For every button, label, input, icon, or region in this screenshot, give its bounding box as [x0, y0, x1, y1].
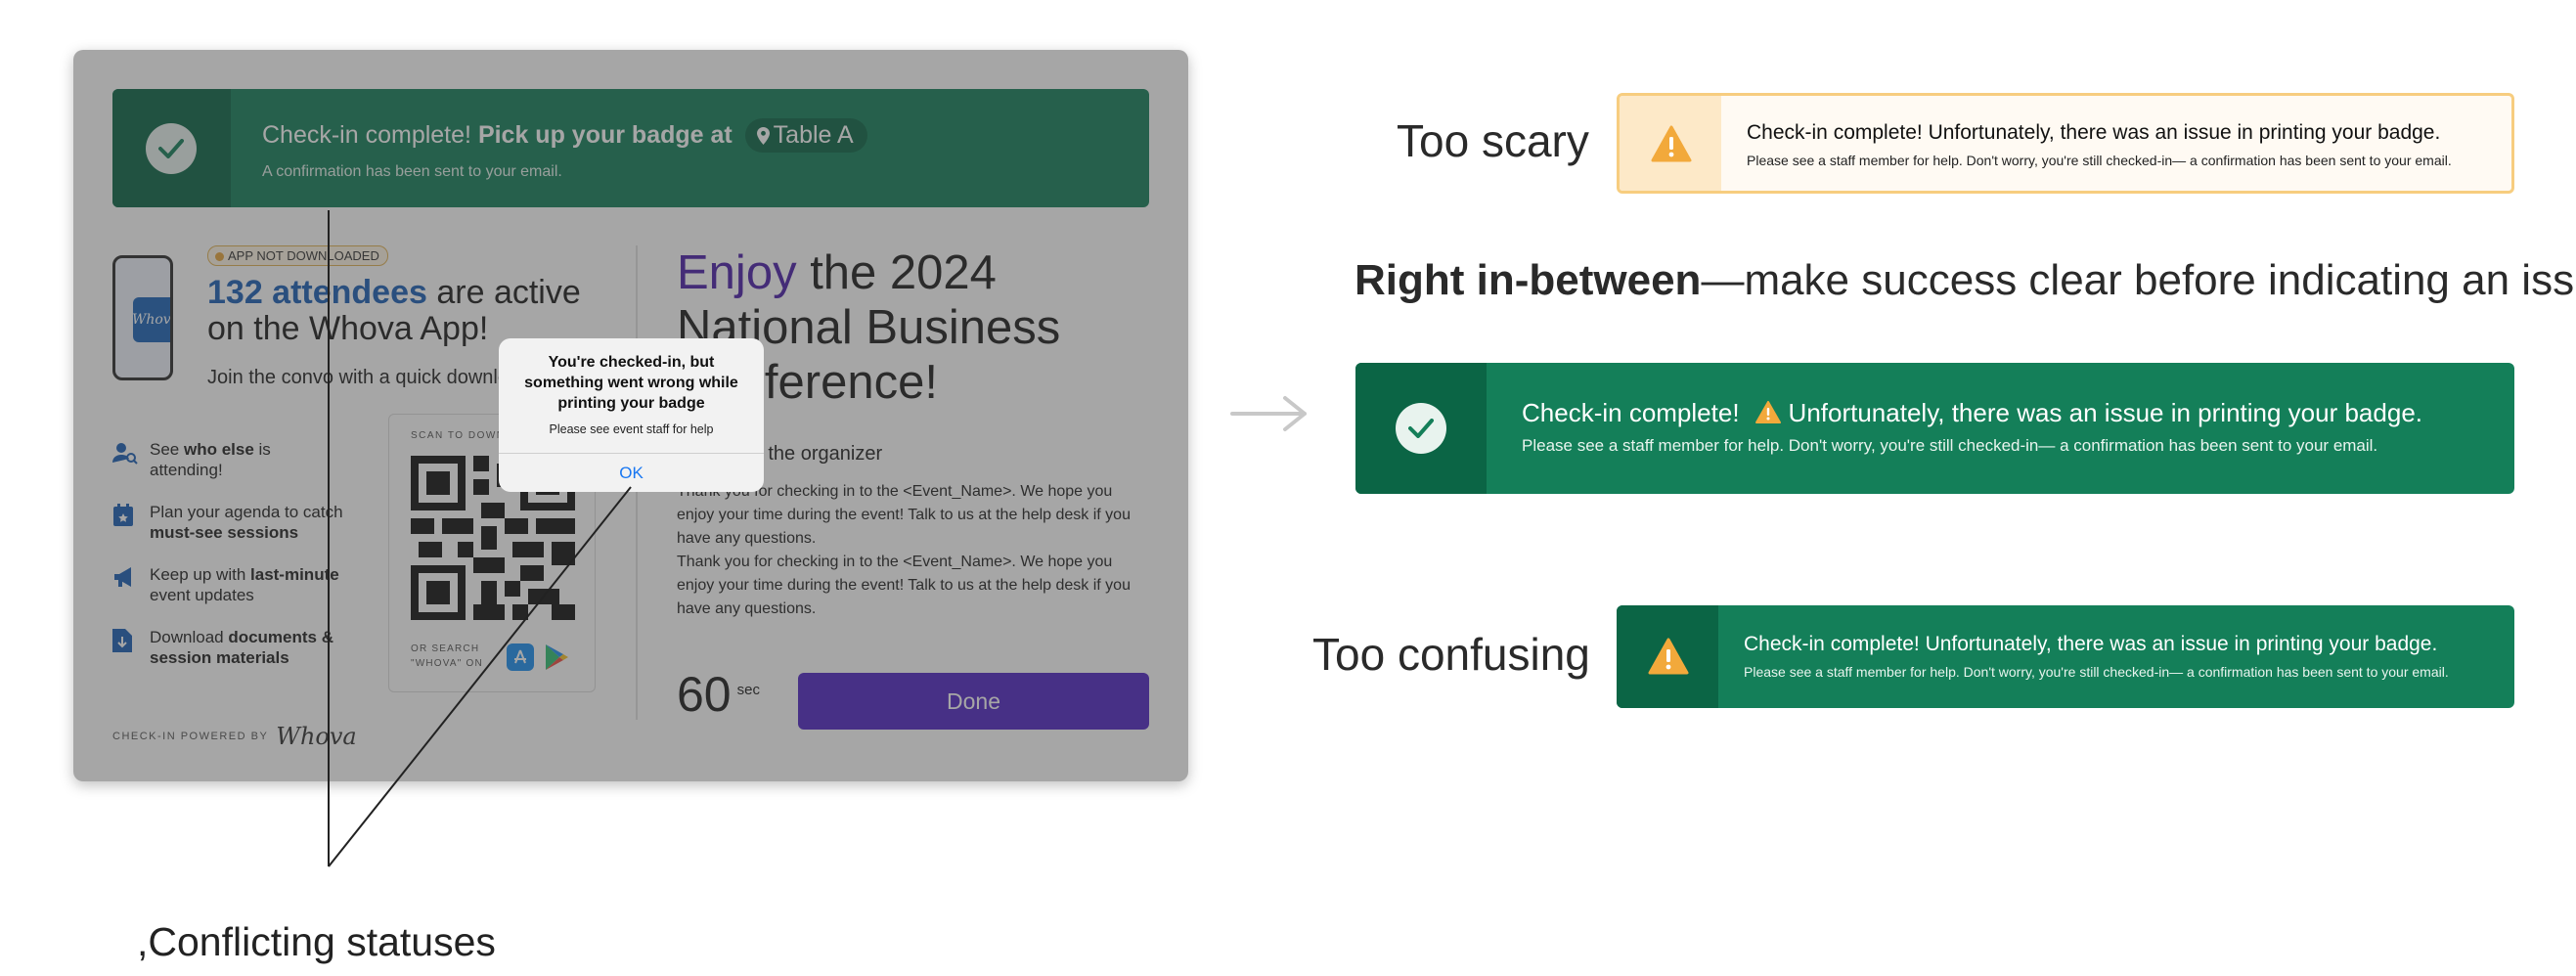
conflicting-statuses-label: ,Conflicting statuses: [137, 919, 496, 964]
right-rest: —make success clear before indicating an…: [1701, 256, 2576, 304]
right-in-between-label: Right in-between—make success clear befo…: [1355, 256, 2576, 305]
right-bold: Right in-between: [1355, 256, 1702, 304]
card-title-b: Unfortunately, there was an issue in pri…: [1788, 398, 2422, 427]
warning-icon: [1651, 125, 1692, 162]
arrow-right-icon: [1230, 396, 1307, 431]
card-title: Check-in complete! Unfortunately, there …: [1747, 121, 2441, 144]
warning-icon: [1754, 401, 1781, 423]
warning-icon: [1648, 638, 1689, 675]
right-in-between-card: Check-in complete! Unfortunately, there w…: [1355, 363, 2514, 494]
card-body: Please see a staff member for help. Don'…: [1747, 153, 2452, 168]
card-title: Check-in complete! Unfortunately, there …: [1744, 633, 2438, 655]
card-body: Please see a staff member for help. Don'…: [1522, 436, 2378, 455]
check-circle-icon: [1396, 403, 1446, 454]
card-title-a: Check-in complete!: [1522, 398, 1740, 427]
too-confusing-card: Check-in complete! Unfortunately, there …: [1617, 605, 2514, 708]
card-body: Please see a staff member for help. Don'…: [1744, 664, 2449, 680]
too-scary-card: Check-in complete! Unfortunately, there …: [1617, 93, 2514, 194]
too-scary-label: Too scary: [1397, 115, 1589, 166]
too-confusing-label: Too confusing: [1312, 629, 1590, 680]
card-title: Check-in complete! Unfortunately, there w…: [1522, 398, 2422, 428]
